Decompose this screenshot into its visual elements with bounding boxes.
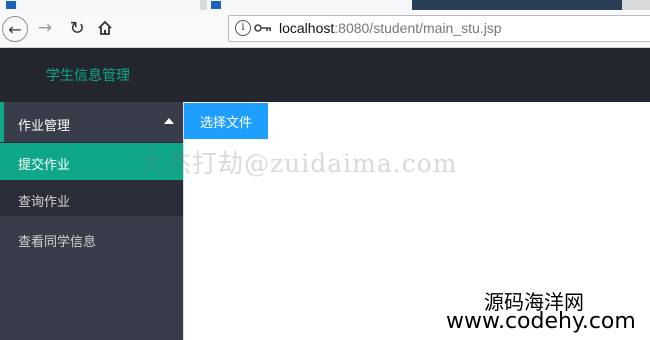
key-icon[interactable] <box>254 18 272 38</box>
sidebar-item-classmates[interactable]: 查看同学信息 <box>0 220 183 257</box>
sidebar-item-label: 提交作业 <box>18 157 71 172</box>
page-favicon-icon <box>6 1 16 9</box>
choose-file-button[interactable]: 选择文件 <box>184 103 268 139</box>
sidebar-group-label: 作业管理 <box>18 118 71 133</box>
url-host: localhost <box>279 20 335 36</box>
sidebar-item-label: 查询作业 <box>18 194 71 209</box>
watermark-overlay: 大杰打劫@zuidaima.com <box>140 149 458 178</box>
browser-tab-active[interactable] <box>412 0 622 10</box>
app-title: 学生信息管理 <box>46 67 130 83</box>
site-info-icon[interactable]: i <box>235 20 251 36</box>
browser-tab[interactable] <box>0 0 200 10</box>
app-header: 学生信息管理 <box>0 48 650 102</box>
back-arrow-icon[interactable]: ← <box>2 16 28 42</box>
browser-tab-strip <box>0 0 650 10</box>
url-path: :8080/student/main_stu.jsp <box>334 20 502 36</box>
page-favicon-icon <box>211 1 221 9</box>
home-icon[interactable] <box>92 15 118 41</box>
sidebar: 作业管理 提交作业 查询作业 查看同学信息 <box>0 102 184 340</box>
watermark-site-url: www.codehy.com <box>446 309 636 334</box>
sidebar-group-homework[interactable]: 作业管理 <box>0 102 183 142</box>
sidebar-item-query-homework[interactable]: 查询作业 <box>0 180 183 217</box>
browser-toolbar: ← → ↻ i localhost:8080/student/main_stu.… <box>0 10 650 48</box>
reload-icon[interactable]: ↻ <box>64 15 90 41</box>
forward-arrow-icon[interactable]: → <box>32 15 58 41</box>
caret-up-icon <box>164 118 174 124</box>
url-text[interactable]: localhost:8080/student/main_stu.jsp <box>279 20 502 36</box>
sidebar-item-label: 查看同学信息 <box>18 234 97 249</box>
browser-tab[interactable] <box>207 0 412 10</box>
address-bar[interactable]: i localhost:8080/student/main_stu.jsp <box>228 15 650 42</box>
